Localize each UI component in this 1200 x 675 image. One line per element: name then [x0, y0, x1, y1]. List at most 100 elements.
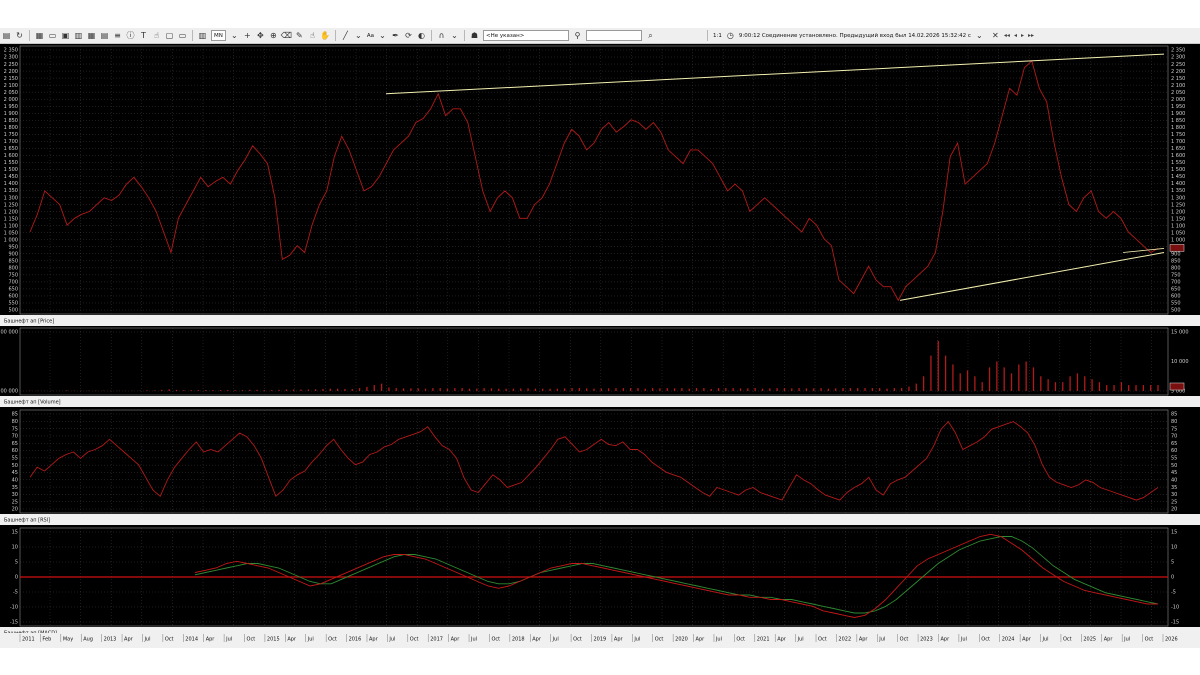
hand-icon-2[interactable]: ✋ [320, 30, 331, 41]
cursor-icon[interactable]: ☝ [307, 30, 318, 41]
time-axis-label: Feb [42, 637, 51, 643]
y-tick-left: 1 500 [4, 167, 18, 173]
pencil-icon[interactable]: ✎ [294, 30, 305, 41]
panel-label-strip [0, 315, 1200, 326]
close-icon[interactable]: ✕ [990, 30, 1001, 41]
panel-volume [0, 327, 1200, 407]
panel-frame [19, 45, 1169, 315]
target-icon[interactable]: ⊕ [268, 30, 279, 41]
y-tick-right: 0 [1171, 575, 1174, 581]
time-axis-label: Apr [124, 637, 134, 643]
y-tick-right: 1 300 [1171, 195, 1185, 201]
palette-icon[interactable]: ◐ [416, 30, 427, 41]
layout-icon[interactable]: ▭ [47, 30, 58, 41]
y-tick-left: 65 [12, 441, 18, 447]
search-input[interactable] [586, 30, 643, 41]
hand-icon[interactable]: ☝ [151, 30, 162, 41]
bar-chart-icon[interactable]: ▥ [197, 30, 208, 41]
grid-icon[interactable]: ▦ [86, 30, 97, 41]
filter-icon[interactable]: ⚲ [572, 30, 583, 41]
panel-label-strip [0, 514, 1200, 525]
time-axis-label: Jul [143, 637, 150, 643]
nav-first-button[interactable]: ◂◂ [1004, 32, 1010, 39]
text-tool-icon[interactable]: T [138, 30, 149, 41]
time-axis-label: Aug [83, 637, 93, 643]
eraser-icon[interactable]: ⌫ [281, 30, 292, 41]
search-icon[interactable]: ⌕ [645, 30, 656, 41]
pen-icon[interactable]: ✒ [390, 30, 401, 41]
toolbar-divider [707, 30, 709, 41]
y-tick-right: 5 [1171, 560, 1174, 566]
y-tick-left: 1 350 [4, 188, 18, 194]
list-icon[interactable]: ≡ [112, 30, 123, 41]
time-axis-label: Oct [165, 637, 174, 643]
print-icon[interactable]: ▦ [34, 30, 45, 41]
chevron-down-icon[interactable]: ⌄ [974, 30, 985, 41]
account-select[interactable]: <Не указан> [483, 30, 570, 41]
chart-area[interactable]: 2 350 2 300 2 250 2 200 2 150 2 100 2 050 2 000… [0, 44, 1200, 648]
lock-icon[interactable]: ▢ [164, 30, 175, 41]
panel-price [0, 45, 1200, 326]
time-axis-label: Apr [696, 637, 706, 643]
time-axis-label: Apr [451, 637, 461, 643]
nav-next-button[interactable]: ▸ [1021, 32, 1024, 39]
y-tick-right: 1 500 [1171, 167, 1185, 173]
y-tick-right: 1 150 [1171, 216, 1185, 222]
toolbar-divider [464, 30, 466, 41]
y-tick-right: 2 100 [1171, 83, 1185, 89]
y-tick-left: 45 [12, 470, 18, 476]
chevron-down-icon[interactable]: ⌄ [449, 30, 460, 41]
y-tick-left: 1 200 [4, 209, 18, 215]
refresh-icon[interactable]: ⟳ [403, 30, 414, 41]
panel-label: Башнефт ап [RSI] [4, 518, 50, 524]
time-axis-label: Oct [655, 637, 664, 643]
window-icon[interactable]: ▣ [60, 30, 71, 41]
y-tick-left: 1 950 [4, 104, 18, 110]
y-tick-left: 2 000 [4, 97, 18, 103]
font-button[interactable]: Aa [367, 33, 374, 39]
table-icon[interactable]: ▥ [73, 30, 84, 41]
terminal-window: ▤ ↻ ▦ ▭ ▣ ▥ ▦ ▤ ≡ ⓘ T ☝ ▢ ▭ ▥ MN ⌄ + ✥ ⊕… [0, 28, 1200, 648]
nav-last-button[interactable]: ▸▸ [1028, 32, 1034, 39]
info-icon[interactable]: ⓘ [125, 30, 136, 41]
last-volume-marker [1169, 382, 1185, 391]
new-chart-icon[interactable]: ▤ [1, 30, 12, 41]
chevron-down-icon[interactable]: ⌄ [353, 30, 364, 41]
y-tick-right: 1 450 [1171, 174, 1185, 180]
crosshair-icon[interactable]: + [242, 30, 253, 41]
magnet-icon[interactable]: ∩ [436, 30, 447, 41]
y-tick-left: 2 300 [4, 55, 18, 61]
chevron-down-icon[interactable]: ⌄ [377, 30, 388, 41]
move-icon[interactable]: ✥ [255, 30, 266, 41]
time-axis-label: 2011 [22, 637, 35, 643]
open-icon[interactable]: ↻ [14, 30, 25, 41]
window-icon-2[interactable]: ▭ [177, 30, 188, 41]
y-tick-right: 25 [1171, 499, 1177, 505]
y-tick-left: 75 [12, 426, 18, 432]
y-tick-right: 60 [1171, 448, 1177, 454]
chart-icon[interactable]: ▤ [99, 30, 110, 41]
y-tick-right: 550 [1171, 301, 1181, 307]
panel-rsi [0, 409, 1200, 525]
nav-prev-button[interactable]: ◂ [1014, 32, 1017, 39]
y-tick-left: 00 000 [1, 330, 19, 336]
y-tick-right: 2 350 [1171, 48, 1185, 54]
y-tick-left: 1 100 [4, 223, 18, 229]
time-axis-label: Apr [287, 637, 297, 643]
timeframe-select[interactable]: MN [211, 30, 226, 41]
y-tick-left: 600 [8, 294, 18, 300]
time-axis-label: Jul [960, 637, 967, 643]
chevron-down-icon[interactable]: ⌄ [229, 30, 240, 41]
panel-label: Башнефт ап [Volume] [4, 400, 61, 406]
chart-canvas[interactable]: 2 3502 3002 2502 2002 1502 1002 0502 000… [0, 44, 1200, 648]
y-tick-left: 2 050 [4, 90, 18, 96]
time-axis-label: Jul [388, 637, 395, 643]
time-axis-label: Jul [307, 637, 314, 643]
y-tick-right: 30 [1171, 492, 1177, 498]
time-axis-label: 2024 [1002, 637, 1015, 643]
line-tool-icon[interactable]: ╱ [340, 30, 351, 41]
y-tick-left: 850 [8, 259, 18, 265]
y-tick-right: 35 [1171, 485, 1177, 491]
y-tick-right: 850 [1171, 259, 1181, 265]
y-tick-right: 65 [1171, 441, 1177, 447]
